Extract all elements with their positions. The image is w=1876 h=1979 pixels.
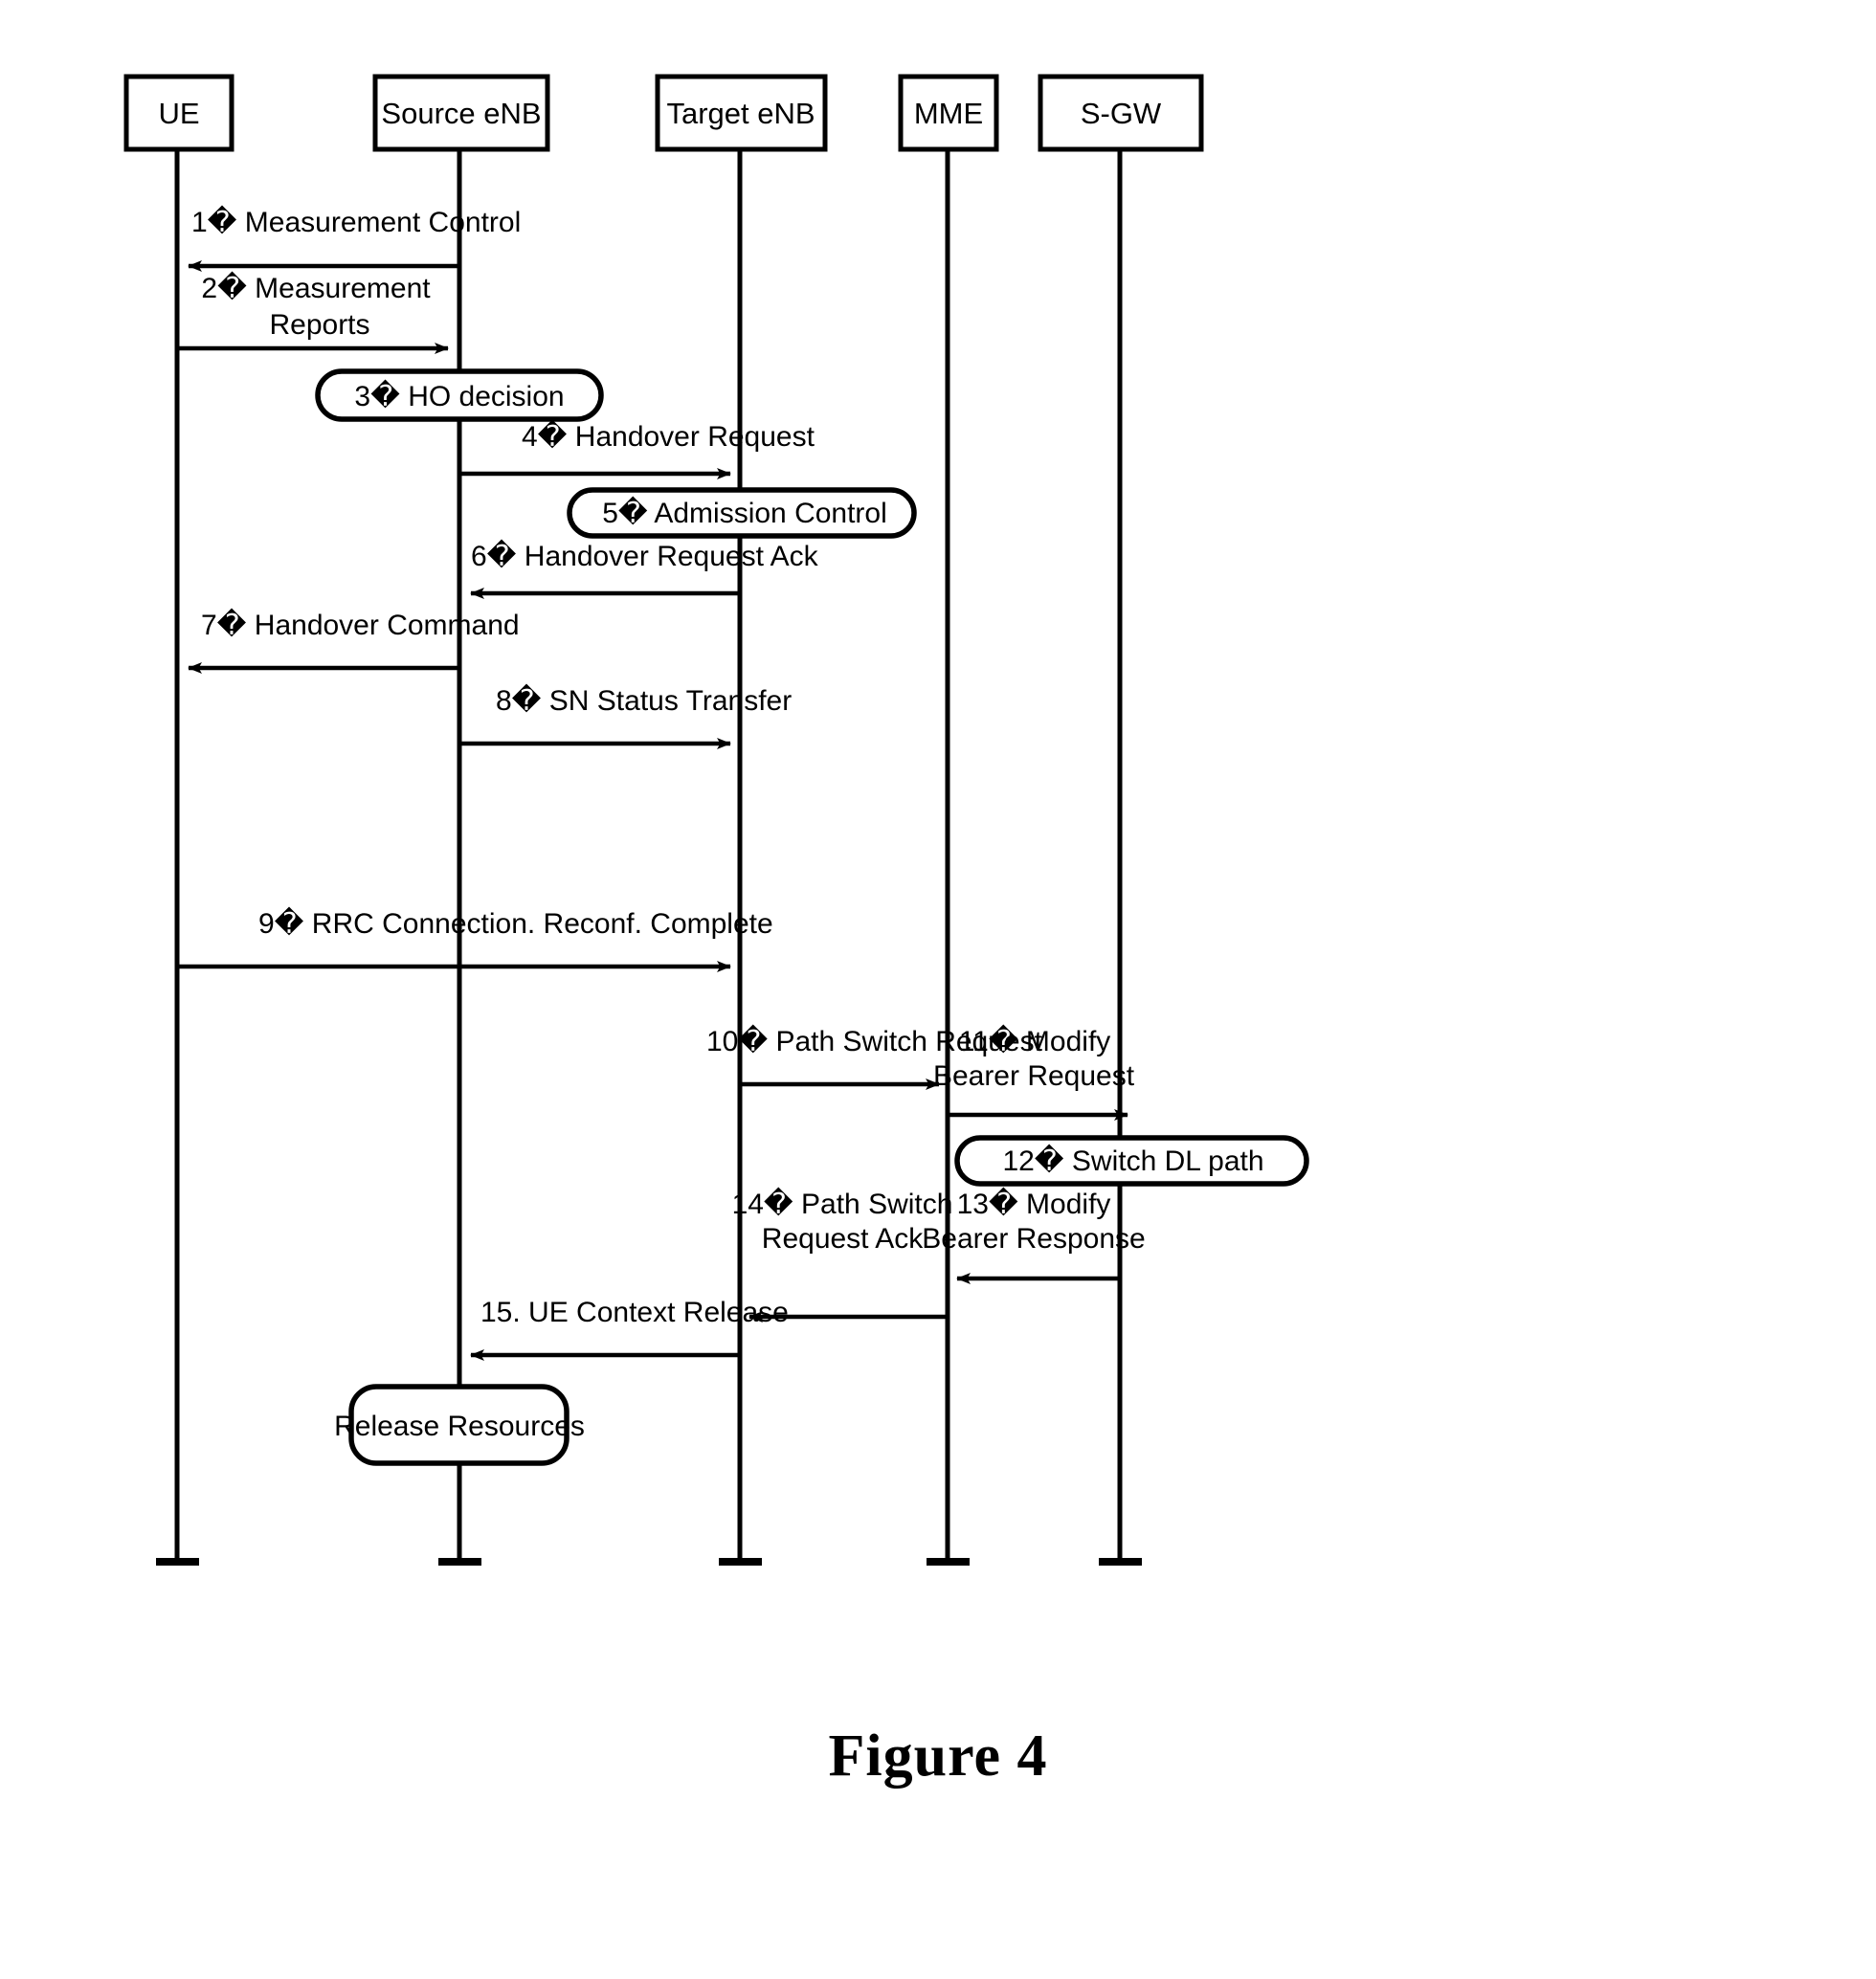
lifeline-header-target-enb: Target eNB <box>655 74 828 152</box>
message-11-label-line1: 11� Modify <box>959 1024 1111 1057</box>
sequence-diagram-canvas: UE Source eNB Target eNB MME S-GW 1� Mea… <box>123 74 1309 1566</box>
message-4-handover-request: 4� Handover Request <box>459 419 815 479</box>
figure-caption: Figure 4 <box>828 1723 1048 1789</box>
message-11-modify-bearer-request: 11� Modify Bearer Request <box>933 1024 1135 1121</box>
message-6-handover-request-ack: 6� Handover Request Ack <box>470 539 819 599</box>
message-4-label: 4� Handover Request <box>522 419 815 453</box>
lifeline-header-mme: MME <box>898 74 999 152</box>
message-2-label-line2: Reports <box>269 309 369 341</box>
message-13-label-line1: 13� Modify <box>957 1187 1111 1220</box>
activity-box-release-resources: Release Resources <box>334 1384 585 1466</box>
figure-stage: UE Source eNB Target eNB MME S-GW 1� Mea… <box>0 0 1876 1979</box>
lifeline-header-s-gw: S-GW <box>1038 74 1204 152</box>
message-15-label: 15. UE Context Release <box>480 1297 789 1328</box>
message-9-rrc-connection-reconf-complete: 9� RRC Connection. Reconf. Complete <box>177 906 773 972</box>
message-14-label-line2: Request Ack <box>762 1223 924 1255</box>
message-9-label: 9� RRC Connection. Reconf. Complete <box>258 906 773 940</box>
message-14-label-line1: 14� Path Switch <box>732 1187 953 1220</box>
activity-box-5-admission-control: 5� Admission Control <box>567 487 917 539</box>
activity-box-release-resources-label: Release Resources <box>334 1411 585 1442</box>
message-7-label: 7� Handover Command <box>201 608 520 641</box>
header-label-mme: MME <box>914 97 983 130</box>
message-13-label-line2: Bearer Response <box>922 1223 1145 1255</box>
message-2-label-line1: 2� Measurement <box>201 271 431 304</box>
lifeline-header-ue: UE <box>123 74 234 152</box>
activity-box-12-label: 12� Switch DL path <box>1002 1144 1263 1177</box>
message-2-measurement-reports: 2� Measurement Reports <box>177 271 449 354</box>
header-label-s-gw: S-GW <box>1081 97 1162 130</box>
message-8-label: 8� SN Status Transfer <box>496 683 792 717</box>
activity-box-5-label: 5� Admission Control <box>602 496 887 529</box>
activity-box-12-switch-dl-path: 12� Switch DL path <box>954 1135 1309 1187</box>
message-7-handover-command: 7� Handover Command <box>188 608 520 674</box>
activity-box-3-label: 3� HO decision <box>354 379 564 412</box>
message-1-measurement-control: 1� Measurement Control <box>188 205 521 272</box>
message-1-label: 1� Measurement Control <box>191 205 521 238</box>
message-11-label-line2: Bearer Request <box>933 1060 1135 1092</box>
message-6-label: 6� Handover Request Ack <box>471 539 819 572</box>
message-13-modify-bearer-response: 13� Modify Bearer Response <box>922 1187 1146 1284</box>
activity-box-3-ho-decision: 3� HO decision <box>315 368 604 422</box>
header-label-target-enb: Target eNB <box>666 97 815 130</box>
lifeline-header-source-enb: Source eNB <box>372 74 550 152</box>
header-label-ue: UE <box>158 97 199 130</box>
header-label-source-enb: Source eNB <box>381 97 541 130</box>
